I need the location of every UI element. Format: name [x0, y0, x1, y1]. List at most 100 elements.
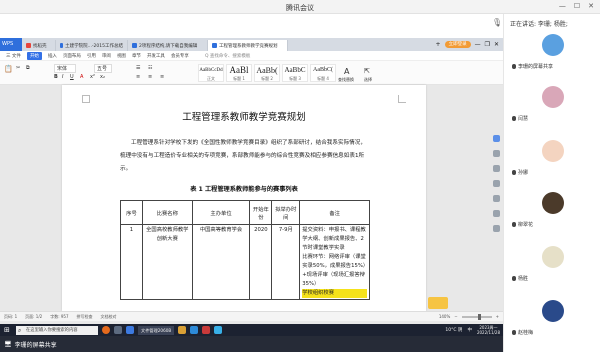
participant-name-text: 孙娜: [518, 170, 529, 176]
style-normal[interactable]: AaBbCcDd 正文: [198, 64, 224, 82]
participant-name: 闫慧: [512, 115, 528, 122]
menu-page-layout[interactable]: 页面布局: [63, 53, 81, 59]
style-heading-1[interactable]: AaBl 标题 1: [226, 64, 252, 82]
document-area: 工程管理系教师教学竞赛规划 工程管理系针对学校下发的《全国性教师教学竞赛目录》组…: [0, 85, 503, 311]
style-heading-1-preview: AaBl: [229, 65, 249, 75]
style-heading-4[interactable]: AaBbC( 标题 4: [310, 64, 336, 82]
align-left-icon[interactable]: ≡: [136, 74, 140, 80]
tab-document-1[interactable]: 土建学院院...-2015工作总结: [56, 40, 128, 51]
participant-tile[interactable]: 孙娜: [508, 138, 598, 178]
zoom-slider[interactable]: [461, 313, 492, 320]
taskbar-clock[interactable]: 2023周一 2022/11/28: [477, 325, 500, 335]
tab-document-active[interactable]: 工程管理系教师教学竞赛规划: [208, 40, 288, 51]
wps-app-icon[interactable]: [202, 326, 211, 334]
font-name-select[interactable]: 宋体: [54, 64, 77, 73]
participant-tile[interactable]: 柳翠花: [508, 190, 598, 230]
participant-name: 赵桂梅: [512, 329, 533, 336]
participant-tile[interactable]: 李珊的屏幕共享: [508, 32, 598, 72]
participant-tile[interactable]: 杨胜: [508, 244, 598, 284]
sidebar-tool-icon[interactable]: [492, 135, 500, 142]
microphone-icon: [512, 170, 516, 175]
taskbar-app-icon[interactable]: [102, 326, 110, 334]
windows-start-icon[interactable]: ⊞: [4, 326, 10, 334]
taskbar-app-icon[interactable]: [126, 326, 134, 334]
participant-tile[interactable]: 赵桂梅: [508, 298, 598, 338]
participant-name: 柳翠花: [512, 221, 533, 228]
minimize-icon[interactable]: —: [559, 2, 566, 10]
bold-icon[interactable]: B: [54, 74, 58, 80]
note-materials: 提交资料：申报书、课程教学大纲、创新成果报告、2节时课堂教学实录: [302, 227, 366, 251]
menu-review[interactable]: 审阅: [102, 53, 111, 59]
tab-home[interactable]: 找稻壳: [22, 40, 56, 51]
table-header: 开始年份: [249, 200, 273, 225]
weather-status[interactable]: 10°C 阴: [445, 327, 462, 333]
zoom-in-icon[interactable]: +: [496, 314, 499, 319]
command-search[interactable]: Q 查找命令、搜索模板: [205, 53, 250, 59]
menu-insert[interactable]: 插入: [48, 53, 57, 59]
status-doc-check[interactable]: 文档校对: [101, 314, 117, 320]
style-heading-3-label: 标题 3: [289, 76, 301, 81]
taskbar-search[interactable]: 在这里输入你要搜索的内容: [16, 325, 98, 335]
taskbar-app-icon[interactable]: [190, 326, 199, 334]
wps-logo[interactable]: WPS: [0, 38, 22, 51]
sidebar-tool-icon[interactable]: [492, 150, 500, 157]
microphone-icon[interactable]: 🎙: [492, 18, 502, 27]
copy-icon[interactable]: ⧉: [26, 65, 30, 71]
cut-icon[interactable]: ✂: [16, 65, 20, 71]
microphone-icon: [512, 64, 516, 69]
status-spellcheck[interactable]: 拼写检查: [77, 314, 93, 320]
style-heading-2[interactable]: AaBb( 标题 2: [254, 64, 280, 82]
status-words[interactable]: 字数: 957: [50, 314, 68, 320]
style-heading-2-preview: AaBb(: [256, 66, 278, 75]
list-numbers-icon[interactable]: ☷: [148, 65, 152, 71]
sidebar-tool-icon[interactable]: [492, 180, 500, 187]
select-button[interactable]: 选择: [364, 77, 372, 83]
menu-view[interactable]: 视图: [117, 53, 126, 59]
sidebar-tool-icon[interactable]: [492, 165, 500, 172]
sidebar-tool-icon[interactable]: [492, 225, 500, 232]
login-button[interactable]: 立即登录: [444, 41, 471, 48]
sidebar-tool-icon[interactable]: [492, 195, 500, 202]
subscript-icon[interactable]: x₂: [100, 74, 105, 80]
style-heading-3[interactable]: AaBbC 标题 3: [282, 64, 308, 82]
find-replace-button[interactable]: 查找替换: [338, 77, 354, 83]
font-size-select[interactable]: 五号: [94, 64, 113, 73]
align-right-icon[interactable]: ≡: [160, 74, 164, 80]
taskbar-app-icon[interactable]: [214, 326, 223, 334]
zoom-out-icon[interactable]: −: [454, 314, 457, 319]
italic-icon[interactable]: I: [62, 74, 63, 80]
menu-developer[interactable]: 开发工具: [147, 53, 165, 59]
window-restore-icon[interactable]: ❐: [485, 41, 490, 48]
close-icon[interactable]: ✕: [588, 2, 594, 10]
text-tool-icon[interactable]: A: [344, 67, 349, 76]
paste-icon[interactable]: 📋: [4, 65, 13, 73]
document-page[interactable]: 工程管理系教师教学竞赛规划 工程管理系针对学校下发的《全国性教师教学竞赛目录》组…: [62, 85, 426, 311]
menu-references[interactable]: 引用: [87, 53, 96, 59]
window-minimize-icon[interactable]: —: [475, 41, 481, 48]
maximize-icon[interactable]: ☐: [574, 2, 580, 10]
window-titlebar: 腾讯会议 — ☐ ✕: [0, 0, 600, 14]
folder-icon[interactable]: [178, 326, 187, 334]
menu-member[interactable]: 会员专享: [171, 53, 189, 59]
superscript-icon[interactable]: x²: [90, 74, 95, 80]
list-bullets-icon[interactable]: ☰: [136, 65, 140, 71]
menu-file[interactable]: 三 文件: [6, 53, 21, 59]
underline-icon[interactable]: U: [70, 74, 74, 80]
ime-indicator[interactable]: 中: [467, 327, 472, 333]
participant-tile[interactable]: 闫慧: [508, 84, 598, 124]
align-center-icon[interactable]: ≡: [148, 74, 152, 80]
menu-chapter[interactable]: 章节: [132, 53, 141, 59]
table-row: 1 全国高校教师教学创新大赛 中国高等教育学会 2020 7-9月 提交资料：申…: [120, 224, 370, 300]
window-close-icon[interactable]: ✕: [494, 41, 499, 48]
select-icon[interactable]: ⇱: [364, 67, 370, 75]
participant-name-text: 李珊的屏幕共享: [518, 64, 554, 70]
add-tab-icon[interactable]: +: [436, 41, 441, 48]
participant-name-text: 柳翠花: [518, 222, 534, 228]
floating-widget-icon[interactable]: [428, 297, 448, 309]
tab-document-2[interactable]: 2项程序结构,请下载自我编辑: [128, 40, 208, 51]
font-color-icon[interactable]: A: [80, 74, 83, 80]
task-view-icon[interactable]: [114, 326, 122, 334]
taskbar-task-file-manager[interactable]: 文件管理2060B: [138, 325, 175, 335]
sidebar-tool-icon[interactable]: [492, 210, 500, 217]
menu-home[interactable]: 开始: [26, 51, 42, 60]
